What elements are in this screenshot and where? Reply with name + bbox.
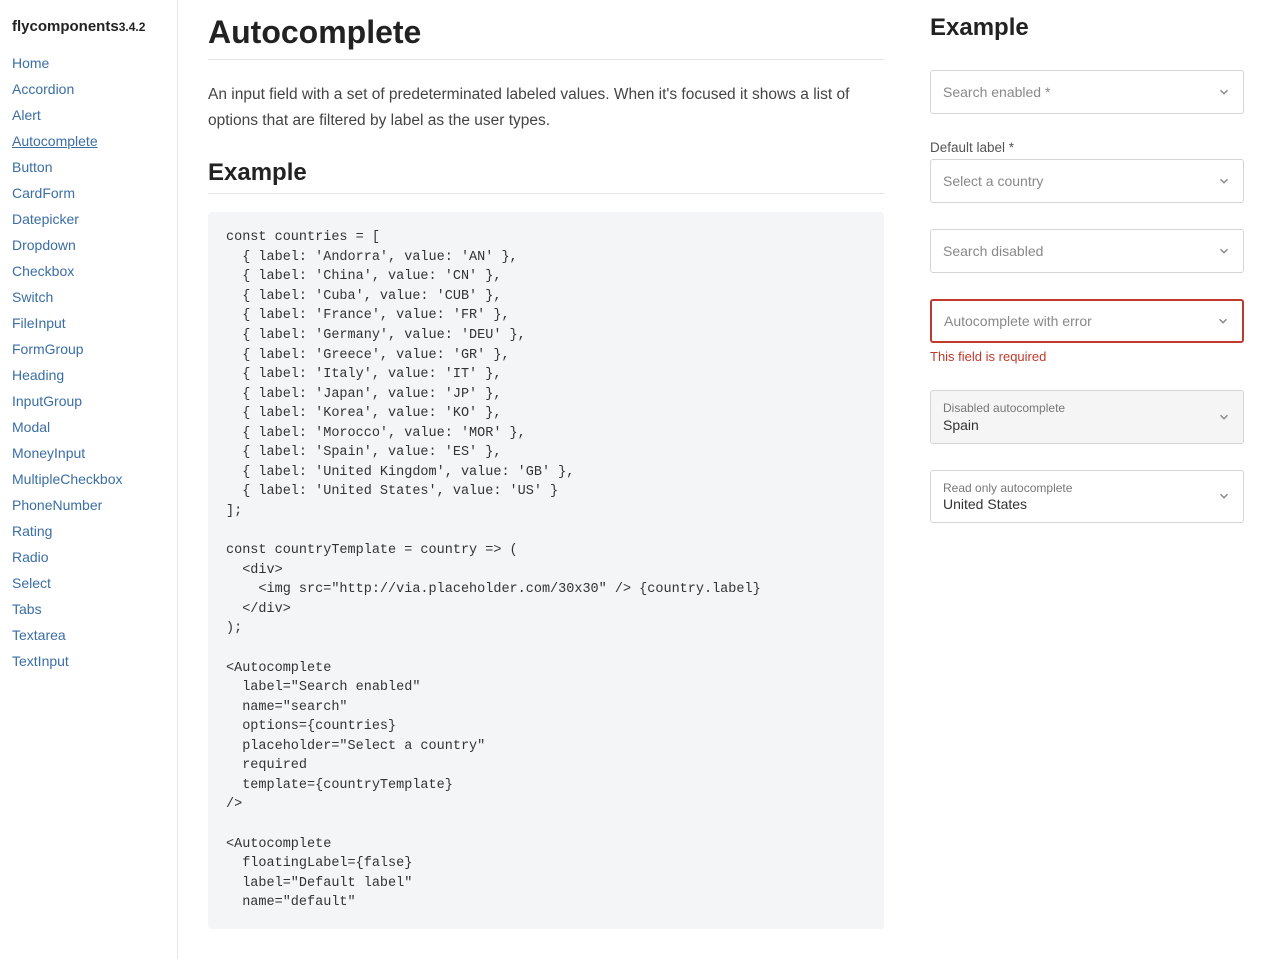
autocomplete-placeholder: Select a country <box>943 173 1203 189</box>
autocomplete-value: Spain <box>943 417 1203 433</box>
autocomplete-search-disabled[interactable]: Search disabled <box>930 229 1244 273</box>
nav-link-radio[interactable]: Radio <box>12 549 49 565</box>
nav-link-modal[interactable]: Modal <box>12 419 50 435</box>
field-disabled: Disabled autocomplete Spain <box>930 390 1244 444</box>
nav-item: CardForm <box>12 185 165 201</box>
nav-link-cardform[interactable]: CardForm <box>12 185 75 201</box>
nav-item: Rating <box>12 523 165 539</box>
nav-link-rating[interactable]: Rating <box>12 523 52 539</box>
nav-item: Accordion <box>12 81 165 97</box>
main-content: Autocomplete An input field with a set o… <box>178 0 914 959</box>
nav-item: Datepicker <box>12 211 165 227</box>
chevron-down-icon <box>1216 314 1230 328</box>
autocomplete-placeholder: Search disabled <box>943 243 1203 259</box>
nav-item: InputGroup <box>12 393 165 409</box>
field-default-label: Default label * Select a country <box>930 140 1244 203</box>
nav-link-phonenumber[interactable]: PhoneNumber <box>12 497 102 513</box>
nav-link-home[interactable]: Home <box>12 55 49 71</box>
nav-item: TextInput <box>12 653 165 669</box>
nav-item: FormGroup <box>12 341 165 357</box>
nav-link-accordion[interactable]: Accordion <box>12 81 74 97</box>
field-with-error: Autocomplete with error This field is re… <box>930 299 1244 364</box>
nav-item: MultipleCheckbox <box>12 471 165 487</box>
nav-item: Modal <box>12 419 165 435</box>
field-search-disabled: Search disabled <box>930 229 1244 273</box>
nav-link-tabs[interactable]: Tabs <box>12 601 42 617</box>
autocomplete-value: United States <box>943 496 1203 512</box>
nav-link-fileinput[interactable]: FileInput <box>12 315 66 331</box>
autocomplete-search-enabled[interactable]: Search enabled * <box>930 70 1244 114</box>
code-block: const countries = [ { label: 'Andorra', … <box>208 212 884 929</box>
nav-item: PhoneNumber <box>12 497 165 513</box>
brand: flycomponents3.4.2 <box>12 18 165 35</box>
nav-item: Autocomplete <box>12 133 165 149</box>
field-label: Default label * <box>930 140 1244 155</box>
chevron-down-icon <box>1217 85 1231 99</box>
nav-item: Radio <box>12 549 165 565</box>
nav-link-autocomplete[interactable]: Autocomplete <box>12 133 98 149</box>
nav-link-button[interactable]: Button <box>12 159 52 175</box>
nav-item: Dropdown <box>12 237 165 253</box>
page-title: Autocomplete <box>208 14 884 60</box>
nav-link-alert[interactable]: Alert <box>12 107 41 123</box>
autocomplete-readonly: Read only autocomplete United States <box>930 470 1244 524</box>
nav-link-checkbox[interactable]: Checkbox <box>12 263 74 279</box>
example-heading: Example <box>208 159 884 194</box>
example-panel-title: Example <box>930 14 1244 42</box>
nav-link-textinput[interactable]: TextInput <box>12 653 69 669</box>
autocomplete-with-error[interactable]: Autocomplete with error <box>930 299 1244 343</box>
autocomplete-placeholder: Autocomplete with error <box>944 313 1202 329</box>
nav-link-select[interactable]: Select <box>12 575 51 591</box>
nav-link-dropdown[interactable]: Dropdown <box>12 237 76 253</box>
field-readonly: Read only autocomplete United States <box>930 470 1244 524</box>
nav-item: Switch <box>12 289 165 305</box>
nav-link-datepicker[interactable]: Datepicker <box>12 211 79 227</box>
nav-link-textarea[interactable]: Textarea <box>12 627 66 643</box>
nav-item: Checkbox <box>12 263 165 279</box>
field-search-enabled: Search enabled * <box>930 70 1244 114</box>
nav-item: Heading <box>12 367 165 383</box>
nav-list: Home Accordion Alert Autocomplete Button Card… <box>12 55 165 669</box>
nav-link-formgroup[interactable]: FormGroup <box>12 341 84 357</box>
example-panel: Example Search enabled * Default label *… <box>914 0 1274 959</box>
chevron-down-icon <box>1217 174 1231 188</box>
nav-item: Select <box>12 575 165 591</box>
error-message: This field is required <box>930 349 1244 364</box>
autocomplete-inner-label: Read only autocomplete <box>943 481 1203 497</box>
brand-name: flycomponents <box>12 18 119 35</box>
sidebar: flycomponents3.4.2 Home Accordion Alert Aut… <box>0 0 178 959</box>
chevron-down-icon <box>1217 410 1231 424</box>
nav-link-multiplecheckbox[interactable]: MultipleCheckbox <box>12 471 123 487</box>
brand-version: 3.4.2 <box>119 20 146 34</box>
nav-item: FileInput <box>12 315 165 331</box>
nav-link-heading[interactable]: Heading <box>12 367 64 383</box>
nav-item: Home <box>12 55 165 71</box>
nav-link-switch[interactable]: Switch <box>12 289 53 305</box>
nav-link-moneyinput[interactable]: MoneyInput <box>12 445 85 461</box>
autocomplete-disabled: Disabled autocomplete Spain <box>930 390 1244 444</box>
chevron-down-icon <box>1217 489 1231 503</box>
autocomplete-placeholder: Search enabled * <box>943 84 1203 100</box>
nav-item: Tabs <box>12 601 165 617</box>
nav-item: MoneyInput <box>12 445 165 461</box>
autocomplete-inner-label: Disabled autocomplete <box>943 401 1203 417</box>
chevron-down-icon <box>1217 244 1231 258</box>
nav-item: Alert <box>12 107 165 123</box>
autocomplete-default-label[interactable]: Select a country <box>930 159 1244 203</box>
nav-item: Button <box>12 159 165 175</box>
nav-link-inputgroup[interactable]: InputGroup <box>12 393 82 409</box>
nav-item: Textarea <box>12 627 165 643</box>
page-description: An input field with a set of predetermin… <box>208 82 884 133</box>
